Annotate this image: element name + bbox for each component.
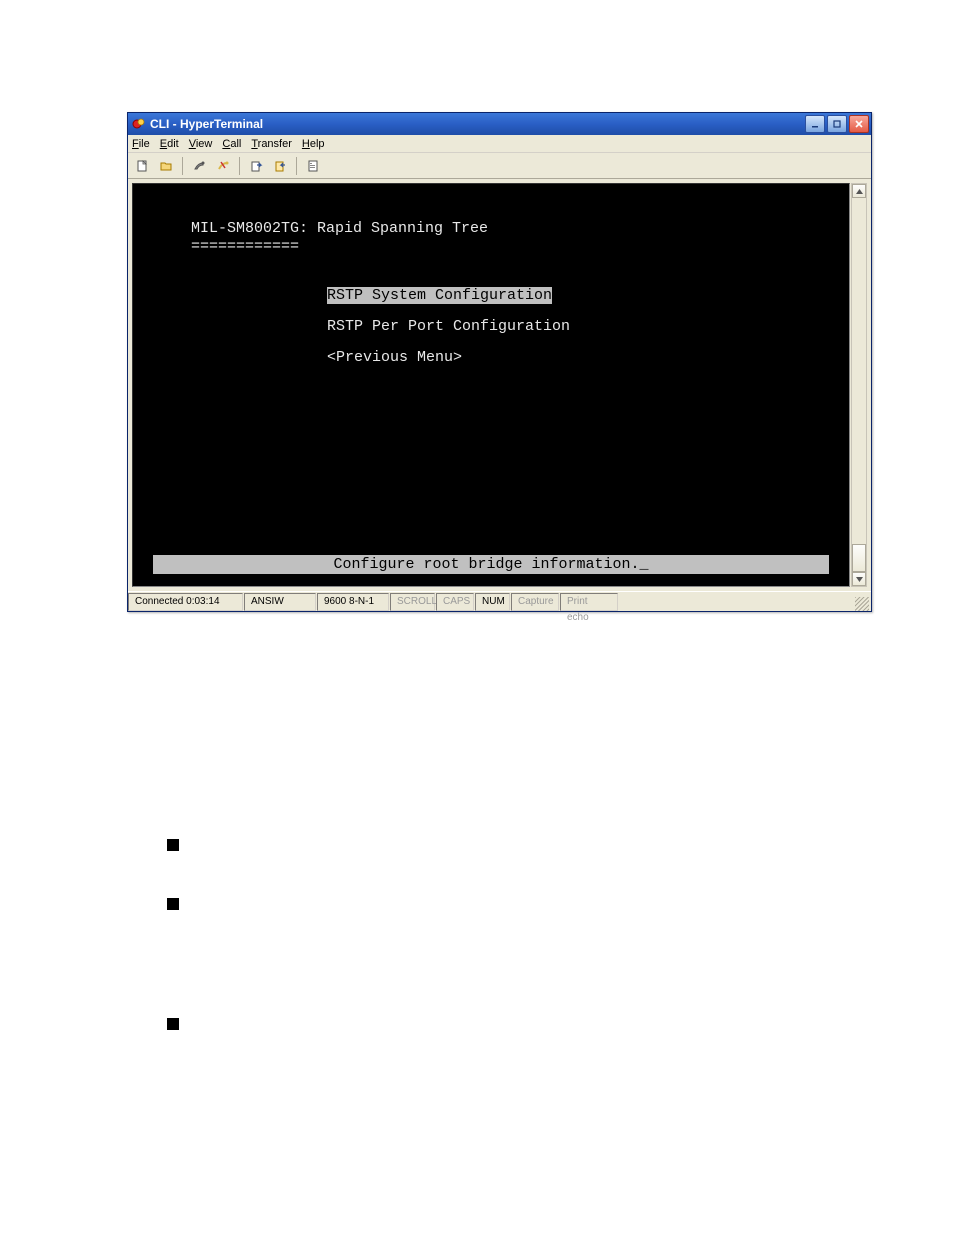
terminal-menu-item-rstp-port[interactable]: RSTP Per Port Configuration bbox=[327, 311, 570, 342]
toolbar-separator-3 bbox=[296, 157, 297, 175]
bullet-icon bbox=[167, 839, 179, 851]
terminal-status-line: Configure root bridge information. bbox=[153, 555, 829, 574]
status-printecho: Print echo bbox=[560, 593, 618, 611]
minimize-button[interactable] bbox=[805, 115, 825, 133]
receive-icon[interactable] bbox=[270, 156, 290, 176]
scroll-up-button[interactable] bbox=[852, 184, 866, 198]
window-buttons bbox=[805, 115, 869, 133]
toolbar-separator-2 bbox=[239, 157, 240, 175]
bullet-icon bbox=[167, 1018, 179, 1030]
hyperterminal-window: CLI - HyperTerminal File Edit View Call … bbox=[127, 112, 872, 612]
status-connected: Connected 0:03:14 bbox=[128, 593, 243, 611]
toolbar-separator bbox=[182, 157, 183, 175]
disconnect-icon[interactable] bbox=[213, 156, 233, 176]
menu-call[interactable]: Call bbox=[222, 138, 241, 150]
menubar: File Edit View Call Transfer Help bbox=[128, 135, 871, 153]
properties-icon[interactable] bbox=[303, 156, 323, 176]
window-title: CLI - HyperTerminal bbox=[150, 117, 805, 131]
toolbar bbox=[128, 153, 871, 179]
status-caps: CAPS bbox=[436, 593, 474, 611]
menu-file[interactable]: File bbox=[132, 138, 150, 150]
status-scroll: SCROLL bbox=[390, 593, 435, 611]
terminal-menu-item-previous[interactable]: <Previous Menu> bbox=[327, 342, 570, 373]
vertical-scrollbar[interactable] bbox=[851, 183, 867, 587]
statusbar: Connected 0:03:14 ANSIW 9600 8-N-1 SCROL… bbox=[128, 591, 871, 611]
close-button[interactable] bbox=[849, 115, 869, 133]
terminal-menu: RSTP System Configuration RSTP Per Port … bbox=[327, 280, 570, 373]
menu-help[interactable]: Help bbox=[302, 138, 325, 150]
status-num: NUM bbox=[475, 593, 510, 611]
scroll-thumb[interactable] bbox=[852, 544, 866, 572]
resize-grip-icon[interactable] bbox=[855, 597, 869, 611]
connect-icon[interactable] bbox=[189, 156, 209, 176]
new-file-icon[interactable] bbox=[132, 156, 152, 176]
titlebar: CLI - HyperTerminal bbox=[128, 113, 871, 135]
bullet-icon bbox=[167, 898, 179, 910]
terminal[interactable]: MIL-SM8002TG: Rapid Spanning Tree ======… bbox=[132, 183, 850, 587]
terminal-menu-item-rstp-system[interactable]: RSTP System Configuration bbox=[327, 280, 570, 311]
maximize-button[interactable] bbox=[827, 115, 847, 133]
status-capture: Capture bbox=[511, 593, 559, 611]
scroll-down-button[interactable] bbox=[852, 572, 866, 586]
status-settings: 9600 8-N-1 bbox=[317, 593, 389, 611]
menu-view[interactable]: View bbox=[189, 138, 213, 150]
send-icon[interactable] bbox=[246, 156, 266, 176]
menu-transfer[interactable]: Transfer bbox=[251, 138, 292, 150]
status-emulation: ANSIW bbox=[244, 593, 316, 611]
app-icon bbox=[132, 117, 146, 131]
terminal-wrap: MIL-SM8002TG: Rapid Spanning Tree ======… bbox=[128, 179, 871, 591]
terminal-header: MIL-SM8002TG: Rapid Spanning Tree bbox=[191, 220, 488, 237]
terminal-header-underline: ============ bbox=[191, 238, 299, 255]
menu-edit[interactable]: Edit bbox=[160, 138, 179, 150]
open-file-icon[interactable] bbox=[156, 156, 176, 176]
